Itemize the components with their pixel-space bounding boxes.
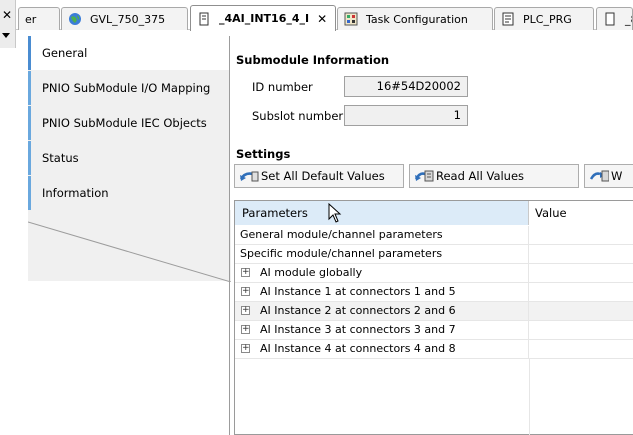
tab-plc-prg[interactable]: PLC_PRG	[494, 7, 594, 30]
task-config-icon	[344, 12, 358, 26]
nav-item-label: PNIO SubModule I/O Mapping	[42, 81, 211, 95]
row-label: General module/channel parameters	[235, 226, 529, 245]
column-divider	[529, 359, 530, 435]
close-icon[interactable]: ✕	[317, 12, 327, 26]
tab-label: Task Configuration	[366, 12, 468, 26]
write-all-values-button[interactable]: W	[584, 164, 633, 188]
id-number-field: 16#54D20002	[344, 76, 468, 97]
subslot-number-label: Subslot number	[252, 109, 344, 123]
settings-heading: Settings	[236, 147, 291, 161]
tab-partial[interactable]: er	[18, 7, 60, 30]
row-label: AI module globally	[235, 264, 529, 283]
submodule-heading: Submodule Information	[236, 53, 390, 67]
read-all-values-button[interactable]: Read All Values	[409, 164, 579, 188]
table-row[interactable]: + AI module globally	[235, 264, 633, 283]
button-label: Read All Values	[436, 169, 525, 183]
nav-item-label: PNIO SubModule IEC Objects	[42, 116, 207, 130]
table-row[interactable]: + AI Instance 1 at connectors 1 and 5	[235, 283, 633, 302]
tab-label: GVL_750_375	[90, 12, 166, 26]
table-row[interactable]: Specific module/channel parameters	[235, 245, 633, 264]
left-gutter: ✕	[0, 0, 16, 48]
close-icon[interactable]: ✕	[0, 8, 14, 22]
nav-item-information[interactable]: Information	[28, 176, 230, 210]
nav-panel-corner	[28, 210, 231, 282]
button-label: Set All Default Values	[261, 169, 385, 183]
read-values-icon	[414, 170, 434, 182]
tab-label: PLC_PRG	[523, 12, 572, 26]
grid-header: Parameters Value	[235, 201, 633, 225]
nav-item-general[interactable]: General	[28, 36, 230, 70]
parameters-grid: Parameters Value General module/channel …	[234, 200, 633, 435]
tab-label: _8	[625, 12, 632, 26]
chevron-down-icon[interactable]	[2, 33, 10, 38]
table-row[interactable]: + AI Instance 3 at connectors 3 and 7	[235, 321, 633, 340]
program-icon	[502, 12, 514, 26]
row-label: AI Instance 2 at connectors 2 and 6	[235, 302, 529, 321]
row-label: Specific module/channel parameters	[235, 245, 529, 264]
table-row[interactable]: + AI Instance 4 at connectors 4 and 8	[235, 340, 633, 359]
id-number-label: ID number	[252, 80, 313, 94]
tab-label: er	[25, 12, 37, 26]
row-label: AI Instance 3 at connectors 3 and 7	[235, 321, 529, 340]
row-label: AI Instance 1 at connectors 1 and 5	[235, 283, 529, 302]
device-icon	[605, 12, 615, 26]
tab-device-active[interactable]: _4AI_INT16_4_I ✕	[190, 5, 336, 31]
tab-partial-right[interactable]: _8	[596, 7, 633, 30]
globe-icon	[69, 13, 81, 25]
nav-item-label: Status	[42, 151, 79, 165]
device-icon	[199, 12, 209, 25]
button-label: W	[611, 169, 623, 183]
set-default-values-button[interactable]: Set All Default Values	[234, 164, 404, 188]
subslot-number-field: 1	[344, 105, 468, 126]
nav-item-status[interactable]: Status	[28, 141, 230, 175]
nav-item-io-mapping[interactable]: PNIO SubModule I/O Mapping	[28, 71, 230, 105]
nav-item-label: General	[42, 46, 88, 60]
nav-item-label: Information	[42, 186, 109, 200]
tab-gvl[interactable]: GVL_750_375	[61, 7, 188, 30]
row-label: AI Instance 4 at connectors 4 and 8	[235, 340, 529, 359]
tab-label: _4AI_INT16_4_I	[219, 12, 310, 25]
column-header-value[interactable]: Value	[529, 201, 633, 225]
nav-divider	[229, 36, 230, 435]
reset-arrow-icon	[239, 171, 259, 182]
mouse-cursor-icon	[328, 203, 342, 223]
tab-task-configuration[interactable]: Task Configuration	[337, 7, 493, 30]
write-values-icon	[589, 170, 609, 182]
column-header-parameters[interactable]: Parameters	[235, 201, 529, 225]
table-row[interactable]: + AI Instance 2 at connectors 2 and 6	[235, 302, 633, 321]
table-row[interactable]: General module/channel parameters	[235, 226, 633, 245]
nav-item-iec-objects[interactable]: PNIO SubModule IEC Objects	[28, 106, 230, 140]
